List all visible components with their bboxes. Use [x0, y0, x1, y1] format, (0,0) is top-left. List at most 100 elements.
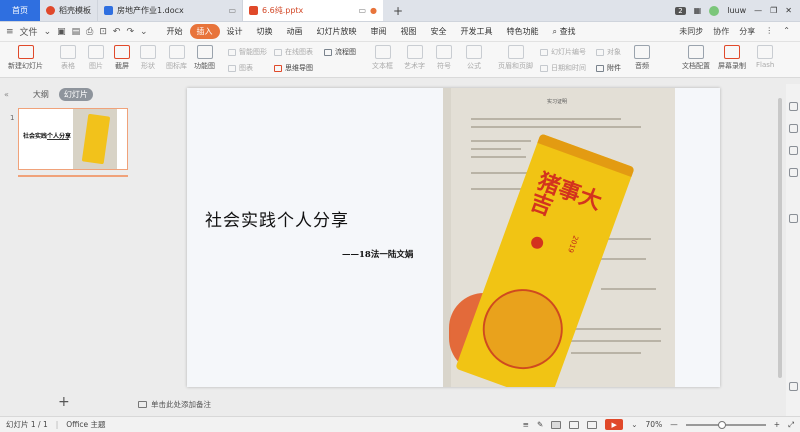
avatar[interactable]	[709, 5, 720, 16]
collapse-panel-icon[interactable]: «	[4, 90, 9, 99]
slide-photo[interactable]: 实习证明 猪事大吉 2019	[443, 88, 675, 387]
grid-icon[interactable]: ▦	[694, 6, 702, 15]
slide-sorter-icon[interactable]	[569, 420, 580, 429]
menu-home[interactable]: 开始	[160, 24, 190, 39]
slide-canvas[interactable]: 社会实践个人分享 ——18法一陆文娟 实习证明 猪事大吉 2019	[187, 88, 720, 387]
tab-slides[interactable]: 幻灯片	[58, 87, 93, 101]
slide-thumbnail[interactable]: 社会实践个人分享	[18, 108, 128, 170]
play-slideshow-button[interactable]: ▶	[605, 419, 624, 430]
redo-icon[interactable]: ↷	[126, 27, 134, 37]
smart-graphic-button[interactable]: 智能图形	[228, 47, 267, 57]
screenshot-button[interactable]: 截屏	[114, 45, 130, 71]
table-button[interactable]: 表格	[60, 45, 76, 71]
chevron-down-icon[interactable]: ⌄	[44, 27, 52, 37]
hamburger-icon[interactable]: ≡	[6, 27, 14, 37]
attachment-button[interactable]: 附件	[596, 63, 621, 73]
new-tab-button[interactable]: +	[383, 0, 413, 21]
task-pane-icon[interactable]	[789, 146, 798, 155]
undo-icon[interactable]: ↶	[113, 27, 121, 37]
zoom-slider-knob[interactable]	[717, 420, 726, 429]
function-chart-button[interactable]: 功能图	[194, 45, 215, 71]
comment-icon[interactable]: ✎	[537, 420, 543, 429]
share-button[interactable]: 分享	[739, 26, 755, 37]
slide-subtitle[interactable]: ——18法一陆文娟	[342, 248, 413, 260]
symbol-button[interactable]: 符号	[436, 45, 452, 71]
task-pane-icon[interactable]	[789, 168, 798, 177]
textbox-button[interactable]: 文本框	[372, 45, 393, 71]
close-icon[interactable]: ✕	[785, 6, 792, 15]
chevron-down-icon[interactable]: ⌄	[631, 420, 637, 429]
notes-pane[interactable]: 单击此处添加备注	[134, 396, 774, 412]
doc-config-button[interactable]: 文档配置	[682, 45, 710, 71]
print-icon[interactable]: ⎙	[86, 27, 93, 37]
zoom-slider[interactable]	[685, 420, 766, 429]
flash-button[interactable]: Flash	[756, 45, 774, 69]
workspace-count-badge[interactable]: 2	[675, 6, 686, 15]
sync-status[interactable]: 未同步	[679, 26, 703, 37]
formula-button[interactable]: 公式	[466, 45, 482, 71]
vertical-scrollbar[interactable]	[776, 84, 784, 418]
menu-file[interactable]: 文件	[20, 25, 38, 38]
object-button[interactable]: 对象	[596, 47, 621, 57]
tab-docx-file[interactable]: 房地产作业1.docx ▭	[98, 0, 243, 21]
task-pane-icon[interactable]	[789, 124, 798, 133]
monitor-icon[interactable]: ▭	[228, 6, 236, 15]
menu-design[interactable]: 设计	[220, 24, 250, 39]
new-slide-button[interactable]: 新建幻灯片	[8, 45, 43, 71]
icon-library-button[interactable]: 图标库	[166, 45, 187, 71]
menu-review[interactable]: 审阅	[364, 24, 394, 39]
audio-button[interactable]: 音频	[634, 45, 650, 71]
paper-text-line	[571, 328, 661, 330]
task-pane-icon[interactable]	[789, 214, 798, 223]
thumb-number: 1	[10, 114, 15, 122]
slide-title[interactable]: 社会实践个人分享	[205, 206, 349, 231]
open-icon[interactable]: ▤	[72, 27, 81, 37]
search-button[interactable]: ⌕ 查找	[546, 24, 583, 39]
menu-security[interactable]: 安全	[424, 24, 454, 39]
wordart-button[interactable]: 艺术字	[404, 45, 425, 71]
tab-docer-template[interactable]: 稻壳模板	[40, 0, 98, 21]
screen-record-button[interactable]: 屏幕录制	[718, 45, 746, 71]
scrollbar-thumb[interactable]	[778, 98, 782, 378]
datetime-button[interactable]: 日期和时间	[540, 63, 586, 73]
normal-view-icon[interactable]	[551, 420, 562, 429]
zoom-in-icon[interactable]: +	[774, 420, 780, 429]
slide-number-button[interactable]: 幻灯片编号	[540, 47, 586, 57]
menu-insert[interactable]: 插入	[189, 24, 220, 39]
menu-features[interactable]: 特色功能	[500, 24, 546, 39]
mindmap-button[interactable]: 思维导图	[274, 63, 313, 73]
user-name[interactable]: luuw	[727, 6, 746, 15]
reading-view-icon[interactable]	[587, 420, 598, 429]
restore-icon[interactable]: ❐	[770, 6, 777, 15]
tab-pptx-file[interactable]: 6.6纯.pptx ▭ ●	[243, 0, 383, 21]
shape-button[interactable]: 形状	[140, 45, 156, 71]
add-slide-button[interactable]: +	[58, 394, 70, 410]
minimize-icon[interactable]: —	[754, 6, 762, 15]
chevron-up-icon[interactable]: ⌃	[783, 26, 790, 37]
task-pane-icon[interactable]	[789, 382, 798, 391]
notes-toggle-icon[interactable]: ≡	[523, 420, 529, 429]
preview-icon[interactable]: ⊡	[99, 27, 107, 37]
menu-developer[interactable]: 开发工具	[454, 24, 500, 39]
flowchart-button[interactable]: 流程图	[324, 47, 356, 57]
chart-button[interactable]: 图表	[228, 63, 253, 73]
zoom-out-icon[interactable]: —	[670, 420, 678, 429]
menu-transition[interactable]: 切换	[250, 24, 280, 39]
tab-home[interactable]: 首页	[0, 0, 40, 21]
new-slide-label: 新建幻灯片	[8, 62, 43, 70]
task-pane-icon[interactable]	[789, 102, 798, 111]
header-footer-button[interactable]: 页眉和页脚	[498, 45, 533, 71]
zoom-level[interactable]: 70%	[646, 420, 663, 429]
collaborate-button[interactable]: 协作	[713, 26, 729, 37]
more-icon[interactable]: ⋮	[765, 26, 773, 37]
fit-window-icon[interactable]: ⤢	[788, 420, 794, 430]
chevron-down-icon[interactable]: ⌄	[140, 27, 148, 37]
menu-animation[interactable]: 动画	[280, 24, 310, 39]
online-chart-button[interactable]: 在线图表	[274, 47, 313, 57]
save-icon[interactable]: ▣	[57, 27, 66, 37]
menu-view[interactable]: 视图	[394, 24, 424, 39]
menu-slideshow[interactable]: 幻灯片放映	[310, 24, 364, 39]
monitor-icon[interactable]: ▭	[358, 6, 366, 15]
tab-outline[interactable]: 大纲	[33, 89, 49, 100]
picture-button[interactable]: 图片	[88, 45, 104, 71]
